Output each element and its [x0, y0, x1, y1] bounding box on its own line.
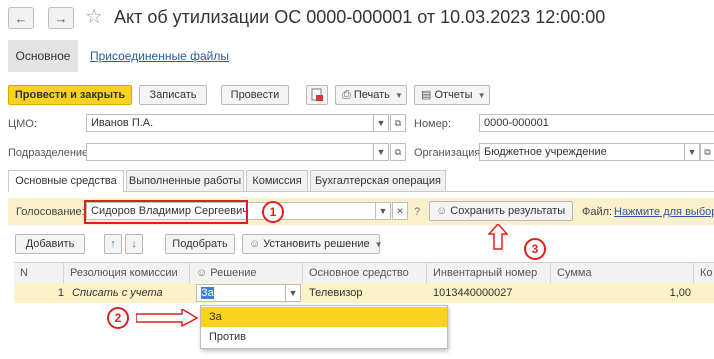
dropdown-option-against[interactable]: Против — [201, 327, 447, 347]
annotation-box-voting — [84, 200, 248, 224]
organization-open-button[interactable]: ⧉ — [700, 143, 714, 161]
chevron-down-icon: ▼ — [477, 91, 486, 100]
report-icon: ▤ — [421, 89, 432, 101]
cmo-open-button[interactable]: ⧉ — [390, 114, 406, 132]
chevron-down-icon: ▼ — [376, 118, 386, 128]
dropdown-option-for[interactable]: За — [201, 307, 447, 327]
document-movements-icon — [311, 88, 323, 101]
reports-button[interactable]: ▤ Отчеты ▼ — [414, 85, 490, 105]
user-icon: ☺ — [196, 267, 208, 279]
department-field[interactable] — [86, 143, 374, 161]
chevron-down-icon: ▼ — [394, 91, 403, 100]
arrow-up-icon: ↑ — [110, 238, 116, 250]
department-open-button[interactable]: ⧉ — [390, 143, 406, 161]
tab-commission[interactable]: Комиссия — [246, 170, 308, 191]
post-button[interactable]: Провести — [221, 85, 289, 105]
arrow-left-icon: ← — [14, 10, 28, 26]
voting-dropdown-button[interactable]: ▼ — [375, 202, 391, 220]
add-row-button[interactable]: Добавить — [15, 234, 85, 254]
table-header: N Резолюция комиссии ☺ Решение Основное … — [14, 262, 714, 284]
chevron-down-icon: ▼ — [288, 288, 298, 298]
tab-accounting-operation[interactable]: Бухгалтерская операция — [310, 170, 446, 191]
movements-button[interactable] — [306, 85, 328, 105]
arrow-down-icon: ↓ — [131, 238, 137, 250]
voting-clear-button[interactable]: ✕ — [392, 202, 408, 220]
number-label: Номер: — [414, 118, 451, 130]
annotation-marker-2: 2 — [107, 307, 129, 329]
chevron-down-icon: ▼ — [687, 147, 697, 157]
decision-dropdown-list: За Против — [200, 305, 448, 349]
printer-icon: ⎙ — [342, 89, 351, 101]
annotation-marker-1: 1 — [262, 201, 284, 223]
cmo-dropdown-button[interactable]: ▼ — [373, 114, 389, 132]
move-down-button[interactable]: ↓ — [125, 234, 143, 254]
department-label: Подразделение: — [8, 147, 92, 159]
star-icon[interactable]: ☆ — [85, 6, 103, 28]
help-icon[interactable]: ? — [414, 206, 420, 218]
pick-button[interactable]: Подобрать — [165, 234, 235, 254]
cmo-label: ЦМО: — [8, 118, 37, 130]
column-n[interactable]: N — [14, 263, 64, 283]
department-dropdown-button[interactable]: ▼ — [373, 143, 389, 161]
chevron-down-icon: ▼ — [374, 240, 383, 249]
open-icon: ⧉ — [394, 118, 402, 128]
organization-dropdown-button[interactable]: ▼ — [684, 143, 700, 161]
cell-inventory-number[interactable]: 1013440000027 — [433, 283, 513, 303]
user-icon: ☺ — [436, 205, 448, 217]
back-button[interactable]: ← — [8, 7, 34, 29]
print-button[interactable]: ⎙ Печать ▼ — [335, 85, 407, 105]
file-select-link[interactable]: Нажмите для выбора — [614, 206, 714, 218]
tab-completed-works[interactable]: Выполненные работы — [126, 170, 244, 191]
column-inventory-number[interactable]: Инвентарный номер — [427, 263, 551, 283]
cell-resolution[interactable]: Списать с учета — [72, 283, 163, 303]
tab-main[interactable]: Основное — [8, 40, 78, 72]
tab-attached-files[interactable]: Присоединенные файлы — [90, 40, 229, 72]
annotation-arrow-up-icon — [488, 224, 508, 250]
page-title: Акт об утилизации ОС 0000-000001 от 10.0… — [114, 7, 606, 27]
column-sum[interactable]: Сумма — [551, 263, 694, 283]
decision-dropdown-button[interactable]: ▼ — [285, 284, 301, 302]
annotation-marker-3: 3 — [524, 238, 546, 260]
column-extra[interactable]: Ко — [694, 263, 714, 283]
chevron-down-icon: ▼ — [376, 147, 386, 157]
column-decision[interactable]: ☺ Решение — [190, 263, 303, 283]
decision-input[interactable]: За — [196, 284, 286, 302]
chevron-down-icon: ▼ — [378, 206, 388, 216]
file-label: Файл: — [582, 206, 613, 218]
cmo-field[interactable]: Иванов П.А. — [86, 114, 374, 132]
tab-fixed-assets[interactable]: Основные средства — [8, 170, 124, 192]
number-field[interactable]: 0000-000001 — [479, 114, 714, 132]
cell-n: 1 — [57, 287, 64, 299]
cell-sum[interactable]: 1,00 — [551, 283, 691, 303]
open-icon: ⧉ — [394, 147, 402, 157]
column-asset[interactable]: Основное средство — [303, 263, 427, 283]
set-decision-button[interactable]: ☺ Установить решение ▼ — [242, 234, 383, 254]
column-resolution[interactable]: Резолюция комиссии — [64, 263, 190, 283]
post-and-close-button[interactable]: Провести и закрыть — [8, 85, 132, 105]
move-up-button[interactable]: ↑ — [104, 234, 122, 254]
table-row[interactable]: 1 Списать с учета За ▼ Телевизор 1013440… — [14, 283, 714, 303]
arrow-right-icon: → — [54, 10, 68, 26]
open-icon: ⧉ — [704, 147, 711, 157]
save-button[interactable]: Записать — [139, 85, 207, 105]
save-results-button[interactable]: ☺ Сохранить результаты — [429, 201, 573, 221]
user-icon: ☺ — [249, 238, 261, 250]
voting-label: Голосование: — [16, 206, 85, 218]
cell-asset[interactable]: Телевизор — [309, 283, 363, 303]
organization-field[interactable]: Бюджетное учреждение — [479, 143, 685, 161]
organization-label: Организация: — [414, 147, 484, 159]
forward-button[interactable]: → — [48, 7, 74, 29]
annotation-arrow-right-icon — [136, 309, 198, 327]
close-icon: ✕ — [396, 206, 404, 216]
